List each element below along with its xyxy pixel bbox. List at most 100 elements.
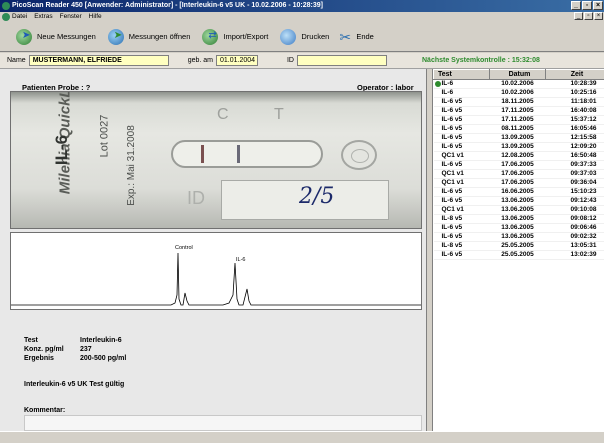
table-row[interactable]: IL-6 10.02.2006 10:25:16 [433, 88, 604, 98]
sample-well [341, 140, 377, 170]
cell-test: IL-6 v5 [433, 223, 490, 233]
table-row[interactable]: IL-6 10.02.2006 10:28:39 [433, 79, 604, 89]
id-field[interactable] [296, 55, 387, 66]
test-strip-image: Milenia QuickLine IL-6 Lot 0027 Exp.: Ma… [10, 91, 422, 229]
cell-time: 09:12:43 [545, 196, 604, 206]
status-bar [0, 431, 604, 443]
title-bar: PicoScan Reader 450 [Anwender: Administr… [0, 0, 604, 12]
column-header-time[interactable]: Zeit [545, 69, 604, 80]
menu-hilfe[interactable]: Hilfe [89, 12, 102, 22]
graph-label-il6: IL-6 [236, 257, 245, 263]
close-button[interactable]: × [593, 1, 603, 10]
cell-test: IL-8 v5 [433, 241, 490, 251]
table-row[interactable]: IL-6 v5 13.06.2005 09:02:32 [433, 232, 604, 242]
table-row[interactable]: IL-6 v5 17.11.2005 16:40:08 [433, 106, 604, 116]
import-export-icon: ⇄ [200, 28, 220, 46]
cell-time: 09:36:04 [545, 178, 604, 188]
table-row[interactable]: IL-6 v5 17.11.2005 15:37:12 [433, 115, 604, 125]
table-row[interactable]: QC1 v1 17.06.2005 09:37:03 [433, 169, 604, 179]
table-row[interactable]: QC1 v1 12.08.2005 16:50:48 [433, 151, 604, 161]
child-close-button[interactable]: × [594, 12, 603, 20]
document-icon[interactable] [2, 13, 10, 21]
open-measurements-button[interactable]: ➤ Messungen öffnen [106, 26, 197, 48]
cell-time: 16:05:46 [545, 124, 604, 134]
column-header-test[interactable]: Test [433, 69, 490, 80]
dob-field[interactable]: 01.01.2004 [215, 55, 258, 66]
comment-field[interactable] [24, 415, 422, 431]
menu-datei[interactable]: Datei [12, 12, 27, 22]
table-row[interactable]: QC1 v1 13.06.2005 09:10:08 [433, 205, 604, 215]
concentration-label: Konz. pg/ml [24, 346, 64, 353]
cell-time: 10:28:39 [545, 79, 604, 89]
cell-date: 25.05.2005 [489, 250, 546, 260]
table-row[interactable]: IL-6 v5 18.11.2005 11:18:01 [433, 97, 604, 107]
cell-date: 17.06.2005 [489, 178, 546, 188]
cell-test: IL-6 v5 [433, 97, 490, 107]
new-measurement-label: Neue Messungen [37, 32, 96, 41]
table-row[interactable]: IL-6 v5 13.06.2005 09:12:43 [433, 196, 604, 206]
window-title: PicoScan Reader 450 [Anwender: Administr… [12, 2, 323, 9]
menu-fenster[interactable]: Fenster [60, 12, 82, 22]
measurement-panel: Patienten Probe : ? Operator : labor Mil… [0, 69, 427, 431]
menu-extras[interactable]: Extras [34, 12, 52, 22]
table-row[interactable]: QC1 v1 17.06.2005 09:36:04 [433, 178, 604, 188]
table-row[interactable]: IL-6 v5 13.06.2005 09:06:46 [433, 223, 604, 233]
column-header-date[interactable]: Datum [489, 69, 546, 80]
next-system-check: Nächste Systemkontrolle : 15:32:08 [422, 57, 540, 64]
analyte-label: IL-6 [52, 134, 72, 166]
cell-date: 13.06.2005 [489, 214, 546, 224]
cell-date: 13.06.2005 [489, 196, 546, 206]
cell-test: QC1 v1 [433, 178, 490, 188]
signal-curve: Control IL-6 [11, 245, 421, 306]
cell-time: 11:18:01 [545, 97, 604, 107]
cell-date: 17.11.2005 [489, 115, 546, 125]
measurement-history: Test Datum Zeit IL-6 10.02.2006 10:28:39 IL… [432, 69, 604, 431]
child-minimize-button[interactable]: _ [574, 12, 583, 20]
cell-time: 16:50:48 [545, 151, 604, 161]
cell-test: IL-8 v5 [433, 214, 490, 224]
cell-date: 17.11.2005 [489, 106, 546, 116]
table-row[interactable]: IL-6 v5 08.11.2005 16:05:46 [433, 124, 604, 134]
table-row[interactable]: IL-6 v5 13.09.2005 12:09:20 [433, 142, 604, 152]
open-folder-icon: ➤ [106, 28, 126, 46]
cell-test: IL-6 [433, 88, 490, 98]
cell-date: 13.09.2005 [489, 142, 546, 152]
cell-time: 09:08:12 [545, 214, 604, 224]
cell-test-text: IL-6 [441, 80, 454, 87]
table-row[interactable]: IL-6 v5 16.06.2005 15:10:23 [433, 187, 604, 197]
cell-time: 09:02:32 [545, 232, 604, 242]
cell-date: 08.11.2005 [489, 124, 546, 134]
test-line [237, 145, 240, 163]
cell-test: QC1 v1 [433, 169, 490, 179]
cell-test: IL-6 v5 [433, 196, 490, 206]
minimize-button[interactable]: _ [571, 1, 581, 10]
cell-date: 18.11.2005 [489, 97, 546, 107]
table-row[interactable]: IL-6 v5 25.05.2005 13:02:39 [433, 250, 604, 260]
toolbar: ➤ Neue Messungen ➤ Messungen öffnen ⇄ Im… [0, 22, 604, 52]
table-row[interactable]: IL-8 v5 25.05.2005 13:05:31 [433, 241, 604, 251]
result-value: 200-500 pg/ml [80, 355, 127, 362]
patient-bar: Name MUSTERMANN, ELFRIEDE geb. am 01.01.… [0, 53, 604, 69]
import-export-button[interactable]: ⇄ Import/Export [200, 26, 274, 48]
cell-date: 16.06.2005 [489, 187, 546, 197]
menu-bar: Datei Extras Fenster Hilfe _ ▫ × [0, 12, 604, 22]
current-measurement-icon [434, 81, 441, 87]
graph-label-control: Control [175, 245, 193, 251]
child-restore-button[interactable]: ▫ [584, 12, 593, 20]
exit-button[interactable]: ✂ Ende [339, 26, 380, 48]
table-row[interactable]: IL-6 v5 17.06.2005 09:37:33 [433, 160, 604, 170]
expiry-label: Exp.: Mai 31.2008 [125, 125, 137, 206]
maximize-button[interactable]: ▫ [582, 1, 592, 10]
table-row[interactable]: IL-8 v5 13.06.2005 09:08:12 [433, 214, 604, 224]
open-measurements-label: Messungen öffnen [128, 32, 191, 41]
name-field[interactable]: MUSTERMANN, ELFRIEDE [28, 55, 169, 66]
cell-time: 13:02:39 [545, 250, 604, 260]
print-button[interactable]: Drucken [278, 26, 335, 48]
exit-label: Ende [356, 32, 374, 41]
cell-test: IL-6 v5 [433, 142, 490, 152]
table-row[interactable]: IL-6 v5 13.09.2005 12:15:58 [433, 133, 604, 143]
cell-time: 09:37:03 [545, 169, 604, 179]
new-measurement-button[interactable]: ➤ Neue Messungen [14, 26, 102, 48]
control-line [201, 145, 204, 163]
cell-test: IL-6 v5 [433, 133, 490, 143]
